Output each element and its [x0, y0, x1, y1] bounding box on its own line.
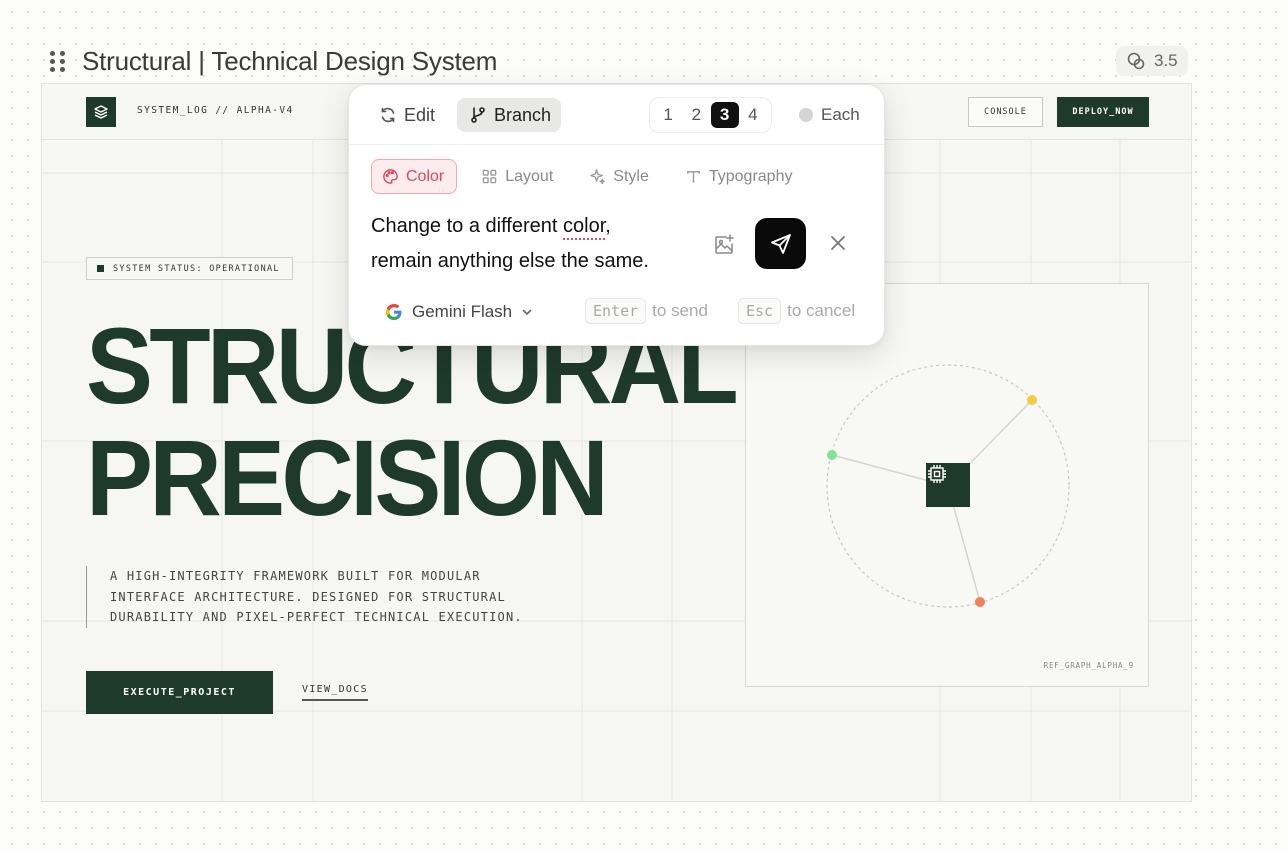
- description-line: INTERFACE ARCHITECTURE. DESIGNED FOR STR…: [110, 589, 506, 604]
- description-line: A HIGH-INTEGRITY FRAMEWORK BUILT FOR MOD…: [110, 569, 481, 583]
- execute-project-button[interactable]: EXECUTE_PROJECT: [86, 671, 273, 714]
- branch-icon: [471, 107, 485, 123]
- page-title: Structural | Technical Design System: [82, 46, 498, 76]
- cancel-hint: Esc to cancel: [738, 298, 855, 324]
- sparkle-icon: [590, 169, 606, 185]
- image-add-icon: [715, 234, 734, 254]
- prompt-text-spellcheck: color: [563, 215, 606, 237]
- send-hint: Enter to send: [585, 298, 708, 324]
- drag-handle-icon[interactable]: [50, 51, 65, 73]
- send-hint-text: to send: [652, 301, 708, 320]
- send-button[interactable]: [755, 218, 806, 269]
- graph-caption: REF_GRAPH_ALPHA_9: [1043, 661, 1134, 670]
- graph-node-yellow: [1027, 395, 1037, 405]
- hero-description: A HIGH-INTEGRITY FRAMEWORK BUILT FOR MOD…: [86, 566, 523, 628]
- popover-toolbar: Edit Branch 1 2 3 4 Each: [349, 85, 884, 145]
- status-text: SYSTEM STATUS: OPERATIONAL: [113, 263, 280, 274]
- model-name: Gemini Flash: [412, 302, 513, 321]
- variant-selector: 1 2 3 4: [649, 97, 772, 133]
- each-radio-icon: [799, 108, 813, 122]
- chevron-down-icon: [522, 309, 532, 316]
- edit-mode-label: Edit: [404, 104, 436, 125]
- variant-option-2[interactable]: 2: [682, 102, 710, 128]
- prompt-text: ,: [605, 215, 611, 237]
- variant-option-4[interactable]: 4: [739, 102, 767, 128]
- prompt-text: remain anything else the same.: [371, 250, 649, 272]
- send-icon: [770, 233, 791, 254]
- prompt-text: Change to a different: [371, 215, 563, 237]
- hero-title-line-2: PRECISION: [86, 417, 609, 538]
- branch-mode-button[interactable]: Branch: [457, 98, 562, 132]
- status-indicator: [97, 265, 104, 272]
- close-icon: [831, 236, 845, 250]
- each-label: Each: [821, 105, 860, 124]
- graph-node-orange: [975, 597, 985, 607]
- attach-image-button[interactable]: [709, 230, 739, 260]
- grid-icon: [482, 169, 497, 184]
- edit-category-tabs: Color Layout Style Typography: [371, 159, 804, 194]
- cancel-hint-text: to cancel: [787, 301, 856, 320]
- console-button[interactable]: CONSOLE: [968, 97, 1043, 127]
- tab-style-label: Style: [613, 167, 649, 185]
- tab-typography[interactable]: Typography: [675, 159, 805, 194]
- tab-color-label: Color: [406, 167, 445, 185]
- branch-mode-label: Branch: [494, 104, 552, 125]
- view-docs-link[interactable]: VIEW_DOCS: [302, 684, 368, 701]
- history-icon: [1127, 52, 1145, 70]
- variant-option-1[interactable]: 1: [654, 102, 682, 128]
- esc-key: Esc: [738, 298, 782, 324]
- deploy-button[interactable]: DEPLOY_NOW: [1057, 97, 1149, 127]
- palette-icon: [383, 169, 398, 184]
- refresh-icon: [381, 107, 395, 123]
- tab-layout-label: Layout: [505, 167, 554, 185]
- google-icon: [385, 303, 402, 321]
- tab-style[interactable]: Style: [579, 159, 661, 194]
- layers-logo-icon[interactable]: [86, 97, 116, 127]
- each-toggle[interactable]: Each: [799, 105, 860, 125]
- popover-footer: Gemini Flash Enter to send Esc to cancel: [349, 295, 884, 335]
- version-number: 3.5: [1154, 51, 1178, 70]
- edit-popover: Edit Branch 1 2 3 4 Each Color Layout St…: [348, 84, 885, 346]
- text-icon: [686, 171, 700, 183]
- model-selector[interactable]: Gemini Flash: [385, 302, 533, 322]
- nav-brand: SYSTEM_LOG // ALPHA-V4: [137, 105, 294, 116]
- cpu-chip-icon: [926, 463, 970, 507]
- tab-layout[interactable]: Layout: [471, 159, 565, 194]
- close-button[interactable]: [825, 230, 851, 256]
- edit-mode-button[interactable]: Edit: [367, 98, 445, 132]
- prompt-input[interactable]: Change to a different color, remain anyt…: [371, 209, 701, 279]
- graph-node-green: [827, 450, 837, 460]
- description-line: DURABILITY AND PIXEL-PERFECT TECHNICAL E…: [110, 610, 523, 624]
- variant-option-3[interactable]: 3: [710, 102, 739, 128]
- tab-typography-label: Typography: [708, 167, 793, 185]
- enter-key: Enter: [585, 298, 647, 324]
- version-badge[interactable]: 3.5: [1116, 46, 1188, 76]
- tab-color[interactable]: Color: [371, 159, 458, 194]
- status-badge: SYSTEM STATUS: OPERATIONAL: [86, 257, 293, 280]
